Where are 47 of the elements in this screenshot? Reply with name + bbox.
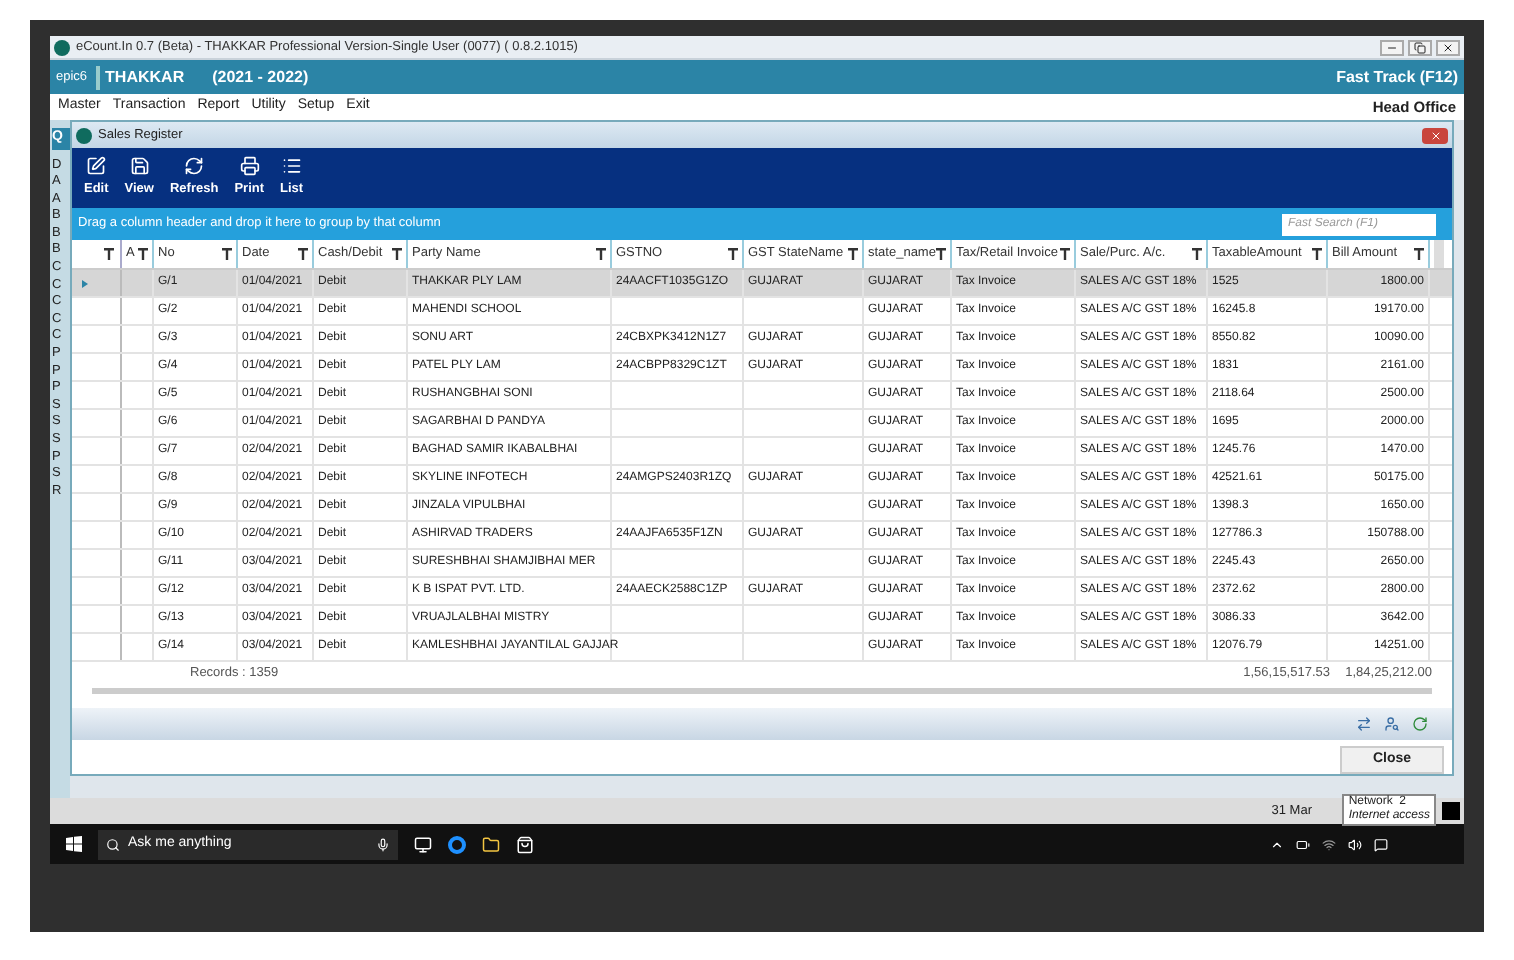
folder-icon[interactable] [482, 835, 500, 853]
view-icon [129, 156, 150, 177]
filter-icon[interactable] [138, 248, 148, 260]
network-icon[interactable] [1322, 837, 1336, 851]
minimize-icon [1386, 41, 1398, 53]
minimize-button[interactable] [1380, 39, 1404, 55]
search-icon [106, 837, 120, 851]
row-indicator-icon [82, 279, 88, 287]
volume-icon[interactable] [1348, 837, 1362, 851]
close-icon [1429, 129, 1441, 141]
task-view-icon[interactable] [414, 835, 432, 853]
filter-icon[interactable] [392, 248, 402, 260]
reload-icon[interactable] [1412, 716, 1428, 732]
filter-icon[interactable] [1060, 248, 1070, 260]
financial-year: (2021 - 2022) [212, 65, 309, 89]
filter-icon[interactable] [1414, 248, 1424, 260]
filter-icon[interactable] [222, 248, 232, 260]
filter-icon[interactable] [298, 248, 308, 260]
filter-icon[interactable] [848, 248, 858, 260]
filter-icon[interactable] [104, 248, 114, 260]
browser-icon[interactable] [448, 835, 466, 853]
horizontal-scrollbar[interactable] [92, 688, 1432, 694]
windows-icon[interactable] [66, 836, 82, 852]
close-button[interactable] [1436, 39, 1460, 55]
filter-icon[interactable] [1192, 248, 1202, 260]
notification-icon[interactable] [1374, 837, 1388, 851]
vertical-scrollbar[interactable] [1434, 240, 1444, 268]
restore-button[interactable] [1408, 39, 1432, 55]
company-name: THAKKAR [95, 65, 185, 89]
filter-icon[interactable] [936, 248, 946, 260]
store-icon[interactable] [516, 835, 534, 853]
fast-track-button[interactable]: Fast Track (F12) [1336, 65, 1458, 89]
battery-icon[interactable] [1296, 837, 1310, 851]
microphone-icon[interactable] [376, 837, 390, 851]
edit-icon [86, 156, 107, 177]
user-search-icon[interactable] [1384, 716, 1400, 732]
filter-icon[interactable] [728, 248, 738, 260]
refresh-icon [184, 156, 205, 177]
export-icon[interactable] [1356, 716, 1372, 732]
filter-icon[interactable] [596, 248, 606, 260]
app-logo-icon [54, 39, 70, 55]
close-icon [1442, 41, 1454, 53]
chevron-up-icon[interactable] [1270, 837, 1284, 851]
app-logo-icon [76, 127, 92, 143]
restore-icon [1414, 41, 1426, 53]
filter-icon[interactable] [1312, 248, 1322, 260]
print-icon [239, 156, 260, 177]
